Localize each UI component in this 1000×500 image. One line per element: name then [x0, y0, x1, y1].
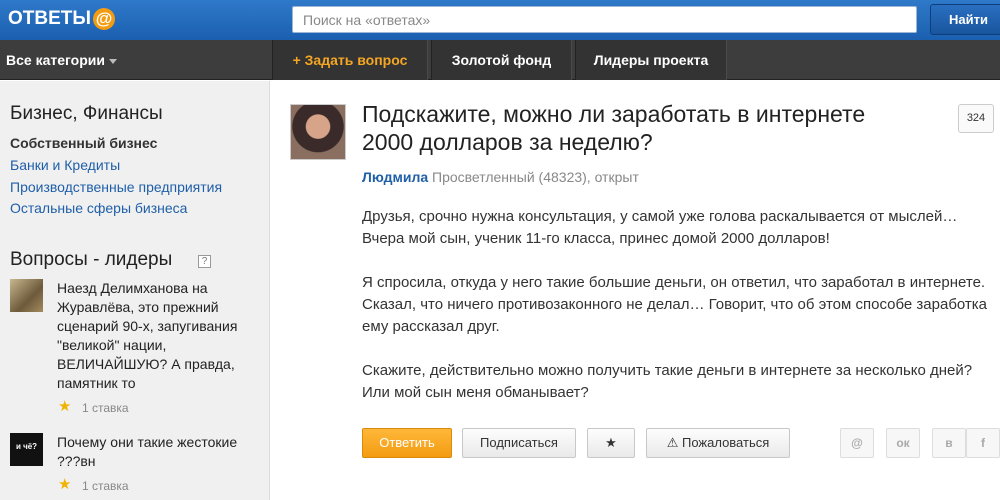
- report-button[interactable]: ⚠ Пожаловаться: [646, 428, 790, 458]
- help-icon[interactable]: ?: [198, 255, 211, 268]
- star-icon: ★: [58, 476, 72, 493]
- answer-button[interactable]: Ответить: [362, 428, 452, 458]
- share-mail-icon[interactable]: @: [840, 428, 874, 458]
- author-rank: Просветленный (48323), открыт: [432, 169, 639, 185]
- subscribe-button[interactable]: Подписаться: [462, 428, 576, 458]
- star-button[interactable]: ★: [587, 428, 635, 458]
- category-title: Бизнес, Финансы: [10, 103, 163, 124]
- share-vk-icon[interactable]: в: [932, 428, 966, 458]
- leaders-title: Вопросы - лидеры: [10, 249, 173, 270]
- views-badge: 324: [958, 104, 994, 133]
- author-avatar[interactable]: [290, 104, 346, 160]
- share-ok-icon[interactable]: ок: [886, 428, 920, 458]
- question-meta: Людмила Просветленный (48323), открыт: [362, 169, 639, 185]
- top-bar: ОТВЕТЫ @ Найти: [0, 0, 1000, 40]
- categories-dropdown[interactable]: Все категории: [6, 40, 117, 80]
- sidebar-link-manufacturing[interactable]: Производственные предприятия: [10, 179, 222, 195]
- nav-project-leaders[interactable]: Лидеры проекта: [575, 40, 727, 80]
- logo-at-icon: @: [93, 8, 115, 30]
- author-link[interactable]: Людмила: [362, 169, 428, 185]
- question-title: Подскажите, можно ли заработать в интерн…: [362, 101, 866, 155]
- sidebar-item-active[interactable]: Собственный бизнес: [10, 135, 157, 151]
- star-icon: ★: [58, 398, 72, 415]
- body-paragraph: Друзья, срочно нужна консультация, у сам…: [362, 208, 958, 247]
- leader-thumbnail[interactable]: и чё?: [10, 433, 43, 466]
- share-facebook-icon[interactable]: f: [966, 428, 1000, 458]
- search-input[interactable]: [292, 6, 917, 33]
- body-paragraph: Я спросила, откуда у него такие большие …: [362, 274, 988, 335]
- nav-bar: Все категории + Задать вопрос Золотой фо…: [0, 40, 1000, 80]
- leader-question-link[interactable]: Почему они такие жестокие ???вн: [57, 433, 257, 471]
- chevron-down-icon: [108, 58, 117, 64]
- categories-label: Все категории: [6, 52, 105, 68]
- leader-thumbnail[interactable]: [10, 279, 43, 312]
- sidebar-link-other[interactable]: Остальные сферы бизнеса: [10, 200, 187, 216]
- search-button[interactable]: Найти: [930, 4, 1000, 35]
- nav-golden-fund[interactable]: Золотой фонд: [431, 40, 572, 80]
- leader-question-link[interactable]: Наезд Делимханова на Журавлёва, это преж…: [57, 279, 257, 393]
- sidebar: Бизнес, Финансы Собственный бизнес Банки…: [0, 81, 270, 500]
- sidebar-link-banks[interactable]: Банки и Кредиты: [10, 157, 120, 173]
- site-logo[interactable]: ОТВЕТЫ @: [8, 7, 115, 31]
- nav-ask-question[interactable]: + Задать вопрос: [272, 40, 428, 80]
- logo-text: ОТВЕТЫ: [8, 8, 91, 29]
- question-body: Друзья, срочно нужна консультация, у сам…: [362, 206, 997, 426]
- stake-count: 1 ставка: [82, 401, 129, 415]
- body-paragraph: Скажите, действительно можно получить та…: [362, 362, 973, 401]
- stake-count: 1 ставка: [82, 479, 129, 493]
